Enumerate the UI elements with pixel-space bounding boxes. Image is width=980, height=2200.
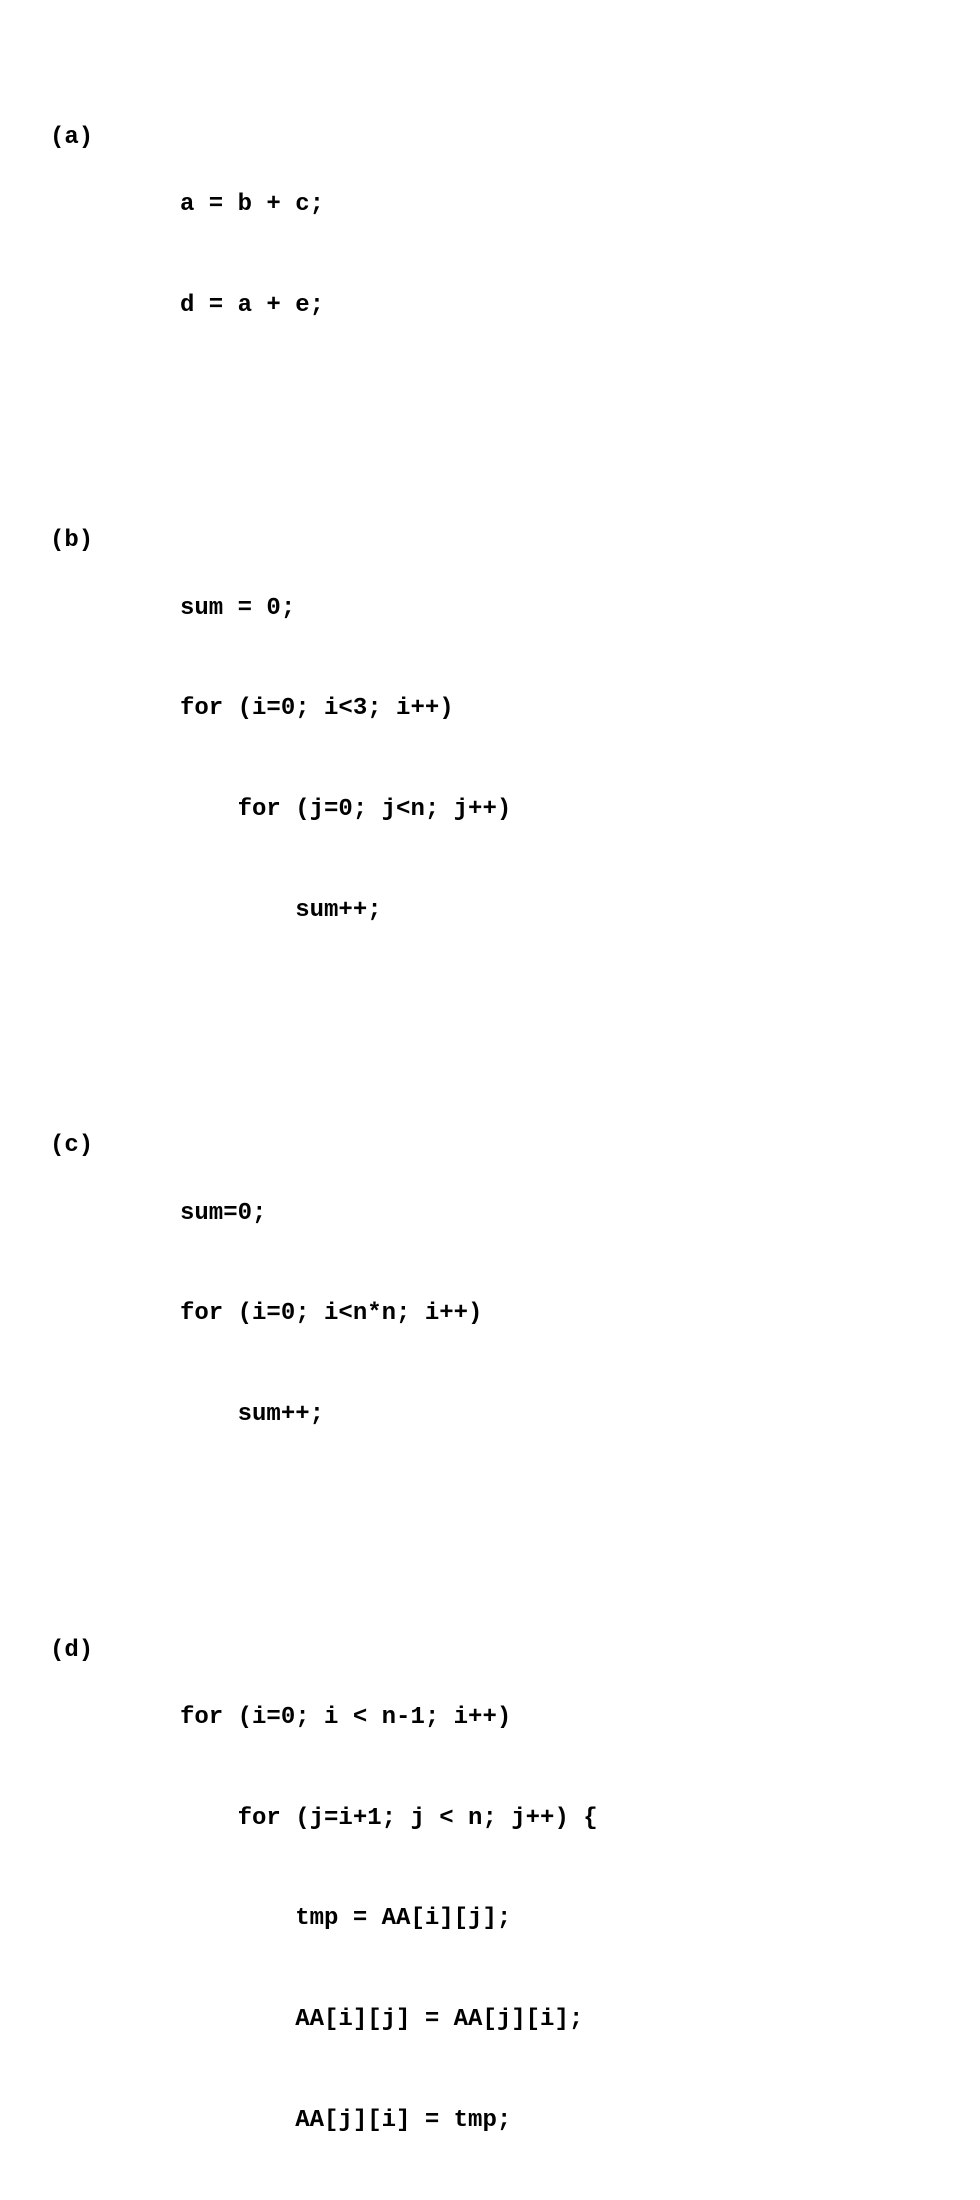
fragment-code: for (i=0; i < n-1; i++) for (j=i+1; j < … [180, 1634, 930, 2200]
code-line: for (j=i+1; j < n; j++) { [180, 1802, 930, 1836]
code-line: for (i=0; i < n-1; i++) [180, 1701, 930, 1735]
fragment-label: (c) [50, 1129, 180, 1163]
fragment-code: a = b + c; d = a + e; [180, 121, 930, 390]
code-line: d = a + e; [180, 289, 930, 323]
fragment-label: (d) [50, 1634, 180, 1668]
code-line: sum = 0; [180, 592, 930, 626]
code-line: AA[i][j] = AA[j][i]; [180, 2003, 930, 2037]
fragment-label: (b) [50, 524, 180, 558]
code-line: sum++; [180, 1398, 930, 1432]
code-line: for (i=0; i<3; i++) [180, 692, 930, 726]
code-line: for (j=0; j<n; j++) [180, 793, 930, 827]
code-line: tmp = AA[i][j]; [180, 1902, 930, 1936]
code-line: sum++; [180, 894, 930, 928]
code-line: for (i=0; i<n*n; i++) [180, 1297, 930, 1331]
fragment-label: (a) [50, 121, 180, 155]
code-line: AA[j][i] = tmp; [180, 2104, 930, 2138]
fragment-a: (a) a = b + c; d = a + e; [50, 121, 930, 390]
code-line: sum=0; [180, 1197, 930, 1231]
fragment-code: sum=0; for (i=0; i<n*n; i++) sum++; [180, 1129, 930, 1499]
fragment-b: (b) sum = 0; for (i=0; i<3; i++) for (j=… [50, 524, 930, 994]
fragment-c: (c) sum=0; for (i=0; i<n*n; i++) sum++; [50, 1129, 930, 1499]
code-line: a = b + c; [180, 188, 930, 222]
fragment-d: (d) for (i=0; i < n-1; i++) for (j=i+1; … [50, 1634, 930, 2200]
fragment-code: sum = 0; for (i=0; i<3; i++) for (j=0; j… [180, 524, 930, 994]
code-fragments-page: (a) a = b + c; d = a + e; (b) sum = 0; f… [0, 0, 980, 2200]
